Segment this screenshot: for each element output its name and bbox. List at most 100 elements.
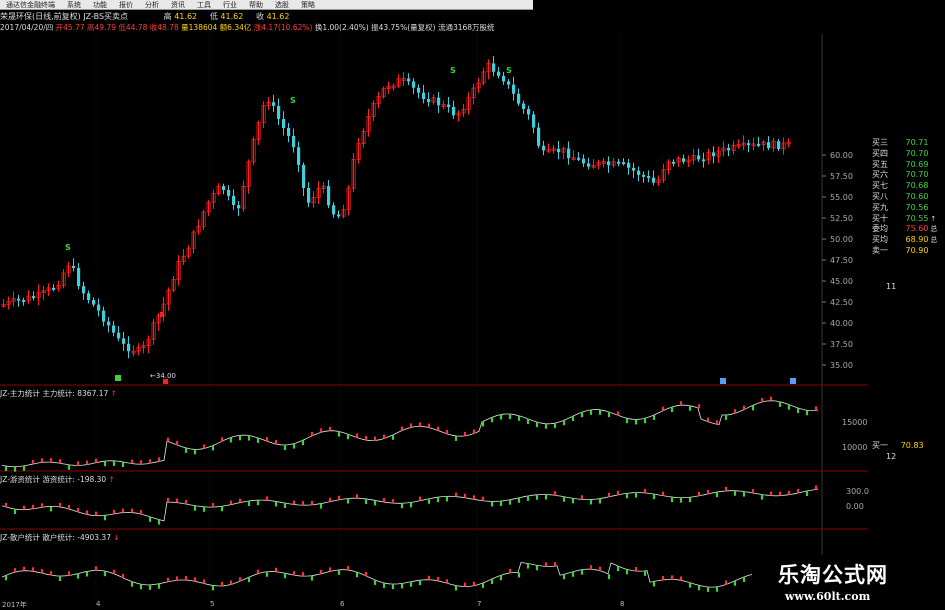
candle-body [497, 71, 501, 76]
panel-hot-money-title: JZ-游资统计 游资统计: -198.30 ↑ [0, 475, 115, 484]
candle-body [642, 174, 646, 177]
candle-body [307, 188, 311, 203]
candle-body [777, 141, 781, 149]
price-axis-label: 40.00 [830, 319, 853, 328]
candle-body [332, 205, 336, 215]
candle-body [527, 109, 531, 115]
order-book-row: 买均 68.90 总 [872, 235, 938, 245]
candle-body [417, 87, 421, 93]
candle-body [532, 114, 536, 128]
candle-body [437, 97, 441, 106]
candle-body [447, 104, 451, 107]
panel1-side-qty: 12 [886, 452, 897, 461]
candle-body [237, 205, 241, 209]
price-axis-label: 60.00 [830, 151, 853, 160]
price-axis-label: 42.50 [830, 298, 853, 307]
time-axis-label: 7 [477, 600, 482, 608]
panel1-side: 买一 70.83 [872, 441, 924, 450]
candle-body [292, 135, 296, 148]
signal-sell-marker: S [290, 96, 296, 105]
candle-body [72, 265, 76, 268]
signal-box-marker [163, 379, 168, 384]
candle-body [412, 81, 416, 88]
candle-body [112, 325, 116, 333]
chart-canvas[interactable]: 60.0057.5055.0052.5050.0047.5045.0042.50… [0, 0, 945, 609]
candle-body [672, 161, 676, 164]
candle-body [757, 143, 761, 146]
candle-body [22, 300, 26, 303]
candle-body [32, 296, 36, 299]
candle-body [632, 167, 636, 171]
order-book-row: 买九 70.56 [872, 202, 929, 212]
candle-body [87, 293, 91, 300]
candle-body [97, 304, 101, 311]
price-axis-label: 55.00 [830, 193, 853, 202]
candle-body [697, 155, 701, 160]
watermark-title: 乐淘公式网 [778, 562, 888, 587]
candle-body [422, 92, 426, 100]
panel1-tick: 15000 [842, 418, 867, 427]
candle-body [302, 164, 306, 189]
time-axis-label: 8 [620, 600, 625, 608]
candle-body [127, 343, 131, 352]
signal-box-marker [790, 378, 796, 384]
signal-box-marker [115, 375, 121, 381]
candle-body [702, 159, 706, 162]
candle-body [727, 147, 731, 151]
order-book-row: 买四 70.70 [872, 148, 929, 158]
panel2-tick: 0.00 [846, 502, 864, 511]
order-book-row: 买十 70.55 ↑ [872, 213, 937, 223]
price-axis-label: 35.00 [830, 361, 853, 370]
candle-body [502, 75, 506, 82]
candle-body [452, 106, 456, 116]
candle-body [102, 310, 106, 322]
candle-body [327, 186, 331, 206]
time-axis-label: 5 [210, 600, 215, 608]
candle-body [587, 163, 591, 167]
panel2-tick: 300.0 [846, 487, 869, 496]
candle-body [507, 81, 511, 85]
candle-body [747, 143, 751, 146]
signal-box-marker [720, 378, 726, 384]
candle-body [427, 99, 431, 103]
signal-sell-marker: S [65, 243, 71, 252]
signal-sell-marker: S [450, 66, 456, 75]
order-book-row: 买三 70.71 [872, 138, 929, 147]
time-axis-label: 4 [96, 600, 101, 608]
candle-body [17, 298, 21, 301]
candle-body [82, 286, 86, 294]
candle-body [52, 287, 56, 290]
price-axis-label: 50.00 [830, 235, 853, 244]
candle-body [647, 176, 651, 179]
candle-body [117, 332, 121, 339]
candle-body [222, 186, 226, 190]
candle-body [537, 127, 541, 146]
candle-body [512, 84, 516, 94]
signal-sell-marker: S [506, 66, 512, 75]
panel-retail-title: JZ-散户统计 散户统计: -4903.37 ↓ [0, 533, 120, 542]
candle-body [542, 145, 546, 151]
candle-body [492, 63, 496, 72]
panel1-tick: 10000 [842, 443, 867, 452]
candle-body [227, 189, 231, 196]
order-book-row: 买六 70.70 [872, 170, 929, 180]
candle-body [637, 170, 641, 175]
price-axis-label: 57.50 [830, 172, 853, 181]
candle-body [622, 162, 626, 165]
candle-body [577, 157, 581, 160]
price-axis-label: 37.50 [830, 340, 853, 349]
watermark-url: www.60lt.com [785, 590, 871, 603]
candle-body [232, 195, 236, 206]
main-force-line [1, 400, 819, 468]
candle-body [712, 152, 716, 157]
signal-box-marker [160, 312, 164, 317]
panel-main-force-title: JZ-主力统计 主力统计: 8367.17 ↑ [0, 389, 117, 398]
candle-body [627, 162, 631, 168]
price-low-label: ←34.00 [150, 372, 176, 380]
order-book-row: 买八 70.60 [872, 191, 929, 201]
candle-body [77, 267, 81, 287]
candle-body [567, 148, 571, 159]
candle-body [652, 177, 656, 183]
candle-body [287, 128, 291, 136]
order-book-row: 委均 75.60 总 [872, 224, 938, 234]
